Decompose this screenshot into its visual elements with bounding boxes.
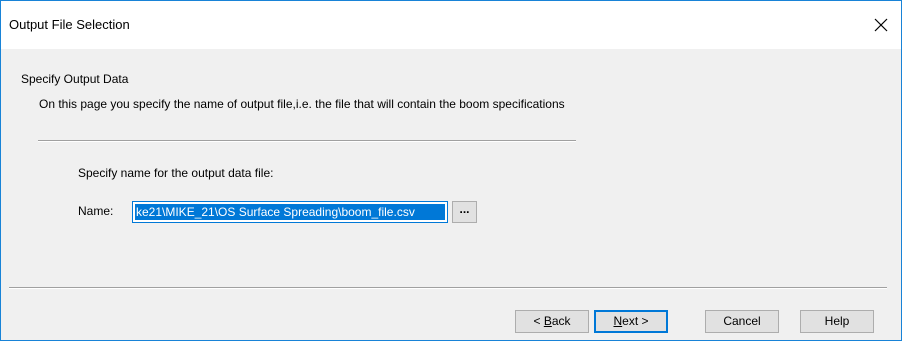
dialog-window: Output File Selection Specify Output Dat…: [0, 0, 902, 341]
next-label-rest: ext >: [622, 314, 649, 328]
name-label: Name:: [78, 204, 114, 218]
close-icon: [874, 18, 888, 32]
next-mnemonic: N: [613, 314, 623, 328]
cancel-button[interactable]: Cancel: [705, 310, 779, 333]
next-button[interactable]: Next >: [594, 310, 668, 333]
page-heading: Specify Output Data: [21, 72, 129, 86]
back-button[interactable]: < Back: [515, 310, 589, 333]
back-label-rest: ack: [551, 314, 571, 328]
output-file-name-value: ke21\MIKE_21\OS Surface Spreading\boom_f…: [135, 204, 445, 220]
output-file-prompt: Specify name for the output data file:: [78, 166, 274, 180]
back-prefix: <: [533, 314, 544, 328]
window-title: Output File Selection: [9, 17, 130, 32]
close-button[interactable]: [861, 1, 901, 49]
output-file-name-input[interactable]: ke21\MIKE_21\OS Surface Spreading\boom_f…: [132, 201, 448, 223]
title-bar[interactable]: Output File Selection: [1, 1, 901, 49]
page-description: On this page you specify the name of out…: [39, 97, 565, 111]
help-button[interactable]: Help: [800, 310, 874, 333]
header-divider: [38, 140, 576, 142]
browse-button[interactable]: ...: [452, 201, 477, 223]
back-mnemonic: B: [543, 314, 552, 328]
footer-divider: [9, 287, 887, 289]
